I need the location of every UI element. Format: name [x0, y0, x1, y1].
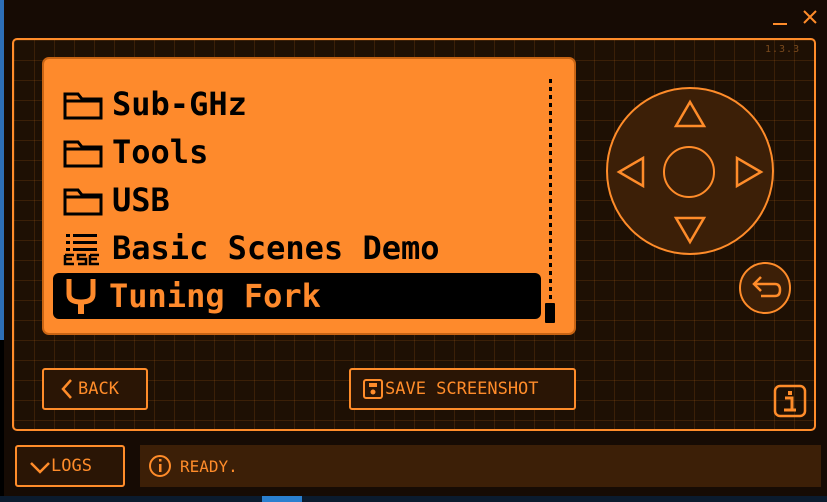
version-label: 1.3.3 — [765, 44, 801, 55]
dpad-right-button[interactable] — [732, 154, 764, 190]
device-screen: Sub-GHz Tools USB Basic Scenes Demo Tuni… — [42, 57, 576, 335]
logs-button[interactable]: LOGS — [15, 445, 125, 487]
save-screenshot-button[interactable]: SAVE SCREENSHOT — [349, 368, 576, 410]
info-button[interactable] — [773, 384, 807, 418]
tuning-fork-icon — [53, 273, 109, 319]
info-icon — [773, 384, 807, 418]
desktop-taskbar-edge — [0, 496, 827, 502]
return-button[interactable] — [739, 262, 791, 314]
close-icon[interactable] — [799, 6, 821, 28]
chevron-left-icon — [44, 370, 78, 408]
app-icon — [56, 225, 112, 271]
menu-item-tuning-fork[interactable]: Tuning Fork — [53, 273, 541, 319]
dpad-down-button[interactable] — [672, 213, 708, 245]
minimize-icon[interactable] — [769, 6, 791, 28]
status-text: READY. — [180, 456, 238, 476]
menu-item-label: Basic Scenes Demo — [112, 229, 440, 267]
status-bar: READY. — [140, 445, 821, 487]
menu-item-sub-ghz[interactable]: Sub-GHz — [56, 81, 542, 127]
save-icon — [351, 370, 385, 408]
info-icon — [146, 445, 180, 487]
menu-item-label: Tuning Fork — [109, 277, 321, 315]
dpad-up-button[interactable] — [672, 99, 708, 131]
folder-icon — [56, 129, 112, 175]
dpad-left-button[interactable] — [616, 154, 648, 190]
return-icon — [752, 276, 782, 298]
menu-item-label: Tools — [112, 133, 209, 171]
folder-icon — [56, 177, 112, 223]
back-button-label: BACK — [78, 379, 119, 399]
menu-item-label: USB — [112, 181, 170, 219]
save-screenshot-label: SAVE SCREENSHOT — [385, 379, 539, 399]
logs-button-label: LOGS — [51, 456, 92, 476]
chevron-down-icon — [17, 447, 51, 485]
back-button[interactable]: BACK — [42, 368, 148, 410]
folder-icon — [56, 81, 112, 127]
dpad-ok-button[interactable] — [663, 146, 715, 198]
scrollbar-thumb[interactable] — [545, 303, 555, 323]
dpad — [606, 87, 774, 255]
menu-item-label: Sub-GHz — [112, 85, 247, 123]
scrollbar-track[interactable] — [549, 79, 552, 327]
menu-item-tools[interactable]: Tools — [56, 129, 542, 175]
menu-item-usb[interactable]: USB — [56, 177, 542, 223]
menu-item-basic-scenes-demo[interactable]: Basic Scenes Demo — [56, 225, 542, 271]
